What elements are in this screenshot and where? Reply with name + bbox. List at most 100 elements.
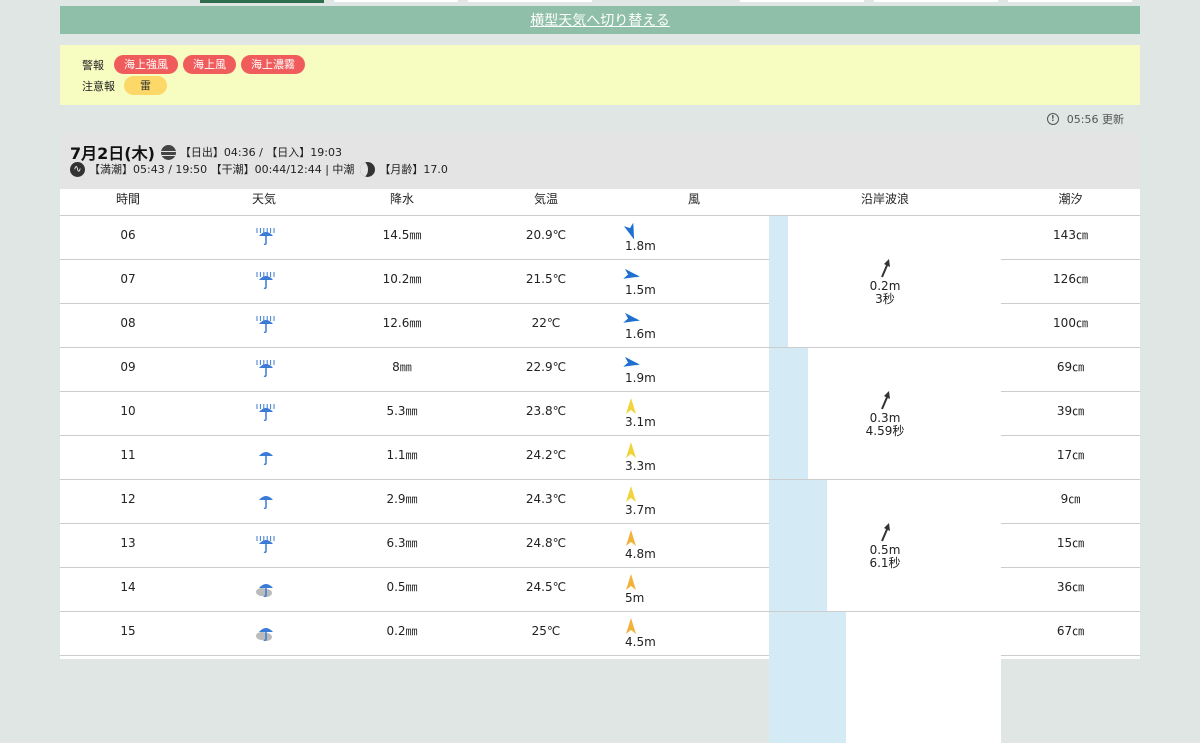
wind-speed: 3.1m (625, 415, 656, 429)
wind-cell: 3.7m (620, 485, 660, 521)
temp-cell: 24.2℃ (525, 448, 567, 462)
day-header: 7月2日(木) 【日出】04:36 / 【日入】19:03 ∿ 【満潮】05:4… (60, 132, 1140, 189)
cloud-rain-icon (255, 579, 275, 599)
heavy-rain-icon (255, 359, 275, 379)
wind-speed: 4.8m (625, 547, 656, 561)
wave-direction-icon (881, 259, 890, 278)
tab[interactable] (468, 0, 592, 2)
wind-arrow-icon (626, 442, 636, 458)
temp-cell: 24.8℃ (525, 536, 567, 550)
sunrise-icon (160, 144, 176, 160)
wave-info: 0.5m 6.1秒 (825, 522, 945, 570)
temp-cell: 22.9℃ (525, 360, 567, 374)
temp-cell: 24.3℃ (525, 492, 567, 506)
wind-arrow-icon (623, 312, 640, 323)
tide-cell: 15㎝ (1056, 536, 1085, 550)
tab-active[interactable] (200, 0, 324, 3)
wind-arrow-icon (626, 618, 636, 634)
precip-cell: 0.2㎜ (386, 624, 418, 638)
warning-badge: 海上濃霧 (241, 55, 305, 74)
wave-level-bar (769, 612, 846, 743)
wave-direction-icon (881, 523, 890, 542)
advisory-label: 注意報 (82, 79, 115, 93)
col-wave: 沿岸波浪 (860, 192, 909, 206)
wind-cell: 1.8m (620, 221, 660, 257)
col-temp: 気温 (533, 192, 558, 206)
wind-arrow-icon (626, 398, 636, 414)
precip-cell: 8㎜ (392, 360, 412, 374)
wave-level-bar (769, 216, 788, 347)
umbrella-icon (255, 447, 275, 467)
hour-cell: 08 (120, 316, 136, 330)
precip-cell: 6.3㎜ (386, 536, 418, 550)
precip-cell: 1.1㎜ (386, 448, 418, 462)
wave-info: 0.3m 4.59秒 (825, 390, 945, 438)
wind-cell: 4.5m (620, 617, 660, 653)
tab[interactable] (334, 0, 458, 2)
hour-cell: 13 (120, 536, 136, 550)
tide-cell: 9㎝ (1060, 492, 1081, 506)
moon-age: 【月齢】17.0 (379, 163, 448, 176)
advisory-badge: 雷 (124, 76, 167, 95)
precip-cell: 2.9㎜ (386, 492, 418, 506)
switch-horizontal-link[interactable]: 横型天気へ切り替える (530, 13, 670, 29)
hour-cell: 11 (120, 448, 136, 462)
wind-arrow-icon (626, 574, 636, 590)
tab[interactable] (1008, 0, 1132, 2)
wind-cell: 1.9m (620, 353, 660, 389)
cloud-rain-icon (255, 623, 275, 643)
wind-cell: 4.8m (620, 529, 660, 565)
wind-speed: 1.8m (625, 239, 656, 253)
temp-cell: 21.5℃ (525, 272, 567, 286)
wave-level-bar (769, 480, 827, 611)
wave-group: 0.3m 4.59秒 (769, 348, 1001, 479)
hour-cell: 14 (120, 580, 136, 594)
temp-cell: 25℃ (531, 624, 561, 638)
tab[interactable] (874, 0, 998, 2)
rain-icon (255, 403, 275, 423)
wave-direction-icon (881, 391, 890, 410)
warning-row: 警報 海上強風 海上風 海上濃霧 (82, 55, 310, 74)
wave-period: 3秒 (875, 292, 895, 306)
heavy-rain-icon (255, 227, 275, 247)
temp-cell: 22℃ (531, 316, 561, 330)
tide-cell: 143㎝ (1053, 228, 1088, 242)
wave-period: 4.59秒 (865, 424, 905, 438)
hour-cell: 07 (120, 272, 136, 286)
wind-arrow-icon (623, 222, 635, 240)
tide-cell: 69㎝ (1056, 360, 1085, 374)
tide-cell: 17㎝ (1056, 448, 1085, 462)
heavy-rain-icon (255, 315, 275, 335)
warning-badge: 海上強風 (114, 55, 178, 74)
precip-cell: 12.6㎜ (382, 316, 422, 330)
wave-level-bar (769, 348, 808, 479)
wave-group: 0.2m 3秒 (769, 216, 1001, 347)
wind-arrow-icon (626, 530, 636, 546)
update-text: 05:56 更新 (1066, 113, 1124, 126)
wind-cell: 1.5m (620, 265, 660, 301)
precip-cell: 14.5㎜ (382, 228, 422, 242)
rain-icon (255, 535, 275, 555)
precip-cell: 10.2㎜ (382, 272, 422, 286)
wind-speed: 3.7m (625, 503, 656, 517)
hour-cell: 12 (120, 492, 136, 506)
wind-arrow-icon (623, 268, 640, 279)
temp-cell: 20.9℃ (525, 228, 567, 242)
wind-cell: 3.1m (620, 397, 660, 433)
temp-cell: 24.5℃ (525, 580, 567, 594)
tide-cell: 67㎝ (1056, 624, 1085, 638)
tide-cell: 126㎝ (1053, 272, 1088, 286)
temp-cell: 23.8℃ (525, 404, 567, 418)
warning-badge: 海上風 (183, 55, 236, 74)
wind-speed: 3.3m (625, 459, 656, 473)
wind-arrow-icon (626, 486, 636, 502)
col-precip: 降水 (389, 192, 414, 206)
hour-cell: 06 (120, 228, 136, 242)
layout-switch-bar: 横型天気へ切り替える (60, 6, 1140, 34)
tide-times: 【満潮】05:43 / 19:50 【干潮】00:44/12:44 | 中潮 (89, 163, 355, 176)
wind-arrow-icon (623, 356, 640, 367)
umbrella-icon (255, 491, 275, 511)
tab[interactable] (740, 0, 864, 2)
wind-speed: 1.6m (625, 327, 656, 341)
wave-period: 6.1秒 (869, 556, 901, 570)
